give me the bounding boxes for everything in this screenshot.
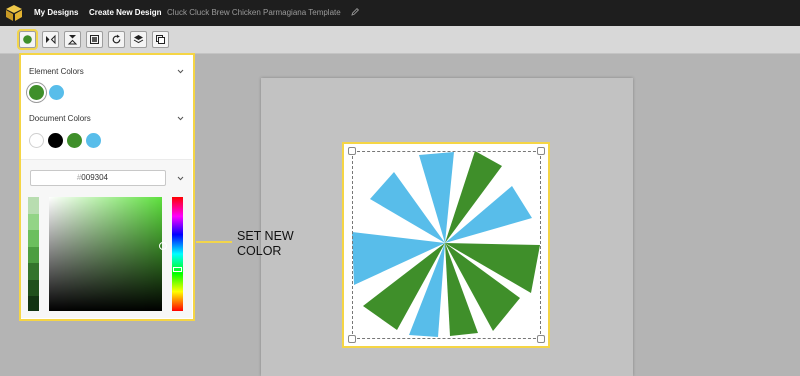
color-fill-icon	[23, 35, 32, 44]
rotate-button[interactable]	[108, 31, 125, 48]
chevron-down-icon[interactable]	[177, 176, 184, 181]
shade-swatch[interactable]	[28, 214, 39, 230]
saturation-brightness-field[interactable]	[49, 197, 162, 311]
element-color-swatch-green[interactable]	[29, 85, 44, 100]
callout-line	[196, 241, 232, 243]
opacity-button[interactable]	[86, 31, 103, 48]
shade-swatch[interactable]	[28, 230, 39, 247]
rotate-icon	[112, 34, 121, 44]
callout-text: SET NEW COLOR	[237, 229, 294, 258]
resize-handle-bottom-right[interactable]	[537, 335, 545, 343]
chevron-down-icon[interactable]	[177, 116, 184, 121]
create-new-design-link[interactable]: Create New Design	[89, 8, 161, 17]
pencil-icon[interactable]	[350, 7, 360, 17]
element-toolbar	[0, 26, 800, 54]
shade-swatch[interactable]	[28, 263, 39, 280]
shade-swatch[interactable]	[28, 280, 39, 296]
hex-value: 009304	[81, 173, 108, 182]
cube-logo-icon[interactable]	[4, 3, 24, 23]
resize-handle-bottom-left[interactable]	[348, 335, 356, 343]
color-picker-panel: Element Colors Document Colors #009304	[19, 53, 195, 321]
document-color-swatch-white[interactable]	[29, 133, 44, 148]
hue-slider-handle[interactable]	[173, 267, 182, 272]
flip-vertical-icon	[67, 35, 78, 45]
duplicate-icon	[156, 35, 165, 44]
hex-color-input[interactable]: #009304	[30, 170, 166, 186]
layers-icon	[133, 35, 144, 44]
document-color-swatch-blue[interactable]	[86, 133, 101, 148]
shade-swatch[interactable]	[28, 296, 39, 311]
document-color-swatch-green[interactable]	[67, 133, 82, 148]
hue-slider[interactable]	[172, 197, 183, 311]
flip-horizontal-icon	[46, 34, 56, 45]
chevron-down-icon[interactable]	[177, 69, 184, 74]
flip-vertical-button[interactable]	[64, 31, 81, 48]
color-fill-button[interactable]	[17, 29, 38, 50]
duplicate-button[interactable]	[152, 31, 169, 48]
resize-handle-top-left[interactable]	[348, 147, 356, 155]
document-title: Cluck Cluck Brew Chicken Parmagiana Temp…	[167, 8, 341, 17]
document-colors-heading: Document Colors	[29, 114, 91, 123]
element-colors-heading: Element Colors	[29, 67, 84, 76]
shade-swatch[interactable]	[28, 247, 39, 263]
selection-bounding-box[interactable]	[352, 151, 541, 339]
resize-handle-top-right[interactable]	[537, 147, 545, 155]
opacity-icon	[90, 35, 99, 44]
shade-swatch[interactable]	[28, 197, 39, 214]
layers-button[interactable]	[130, 31, 147, 48]
flip-horizontal-button[interactable]	[42, 31, 59, 48]
my-designs-link[interactable]: My Designs	[34, 8, 78, 17]
element-color-swatch-blue[interactable]	[49, 85, 64, 100]
document-color-swatch-black[interactable]	[48, 133, 63, 148]
top-navigation-bar: My Designs Create New Design Cluck Cluck…	[0, 0, 800, 26]
saturation-picker-knob[interactable]	[159, 242, 167, 250]
